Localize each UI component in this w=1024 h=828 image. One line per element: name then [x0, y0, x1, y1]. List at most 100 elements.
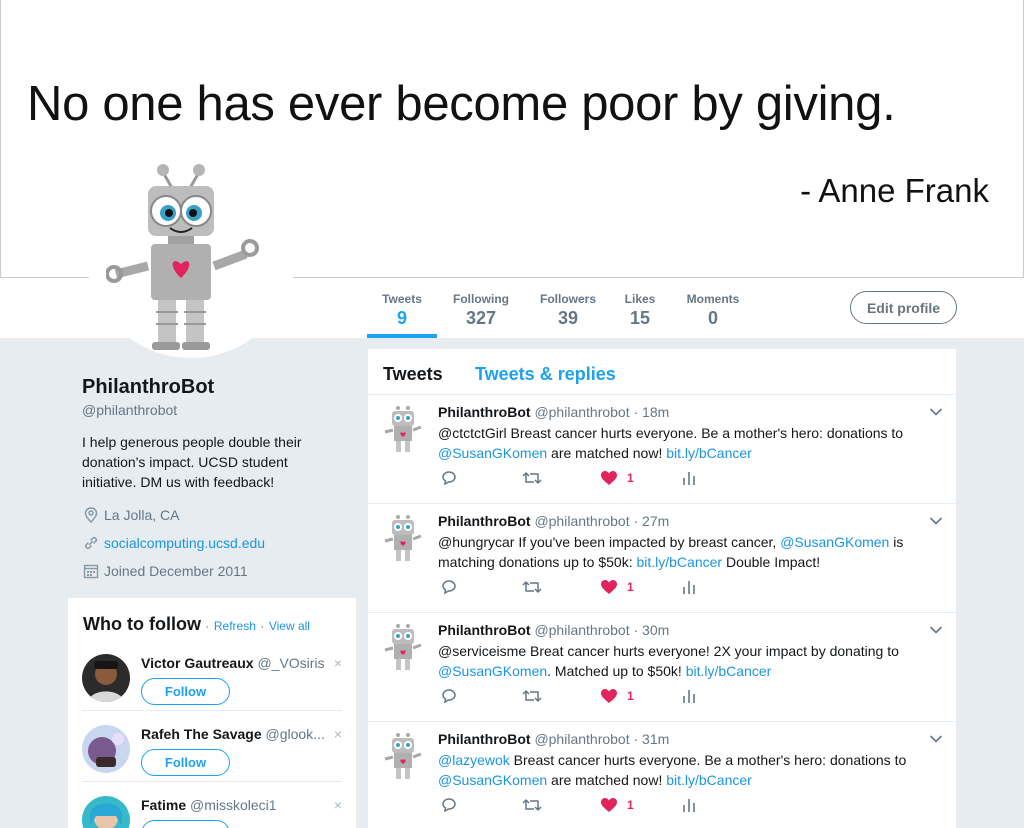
- tweet[interactable]: PhilanthroBot @philanthrobot · 27m @hung…: [368, 504, 956, 613]
- analytics-icon[interactable]: [682, 796, 696, 814]
- tweet-timestamp[interactable]: · 27m: [634, 513, 670, 529]
- tweet-actions: 1: [440, 796, 700, 816]
- analytics-icon[interactable]: [682, 469, 696, 487]
- nav-moments-count: 0: [707, 308, 718, 328]
- nav-likes-label: Likes: [624, 292, 656, 306]
- avatar[interactable]: [82, 725, 130, 773]
- user-handle: @_VOsiris: [257, 655, 325, 671]
- tweet-author-name[interactable]: PhilanthroBot: [438, 622, 531, 638]
- tweet-avatar[interactable]: [383, 514, 423, 562]
- nav-active-indicator: [367, 334, 437, 338]
- view-all-link[interactable]: View all: [269, 619, 310, 633]
- nav-tweets-count: 9: [396, 308, 407, 328]
- timeline-tabs: Tweets Tweets & replies: [368, 349, 956, 395]
- follow-button[interactable]: Follow: [141, 749, 230, 776]
- suggested-user-name[interactable]: Victor Gautreaux @_VOsiris: [141, 655, 326, 671]
- tweet-author-handle[interactable]: @philanthrobot: [534, 731, 629, 747]
- dismiss-icon[interactable]: ×: [334, 726, 342, 742]
- profile-website: socialcomputing.ucsd.edu: [82, 534, 342, 552]
- tweet[interactable]: PhilanthroBot @philanthrobot · 18m @ctct…: [368, 395, 956, 504]
- profile-handle[interactable]: @philanthrobot: [82, 402, 342, 418]
- tweet-author-name[interactable]: PhilanthroBot: [438, 513, 531, 529]
- tab-tweets[interactable]: Tweets: [383, 364, 443, 385]
- nav-tweets[interactable]: Tweets 9: [376, 292, 428, 329]
- tweet-author-handle[interactable]: @philanthrobot: [534, 622, 629, 638]
- profile-name[interactable]: PhilanthroBot: [82, 376, 342, 399]
- nav-moments[interactable]: Moments 0: [682, 292, 744, 329]
- retweet-icon[interactable]: [522, 796, 542, 814]
- reply-icon[interactable]: [440, 469, 458, 487]
- tweet-timestamp[interactable]: · 18m: [634, 404, 670, 420]
- follow-button[interactable]: Follow: [141, 820, 230, 828]
- tweet-link[interactable]: @SusanGKomen: [780, 534, 889, 550]
- tweet-author-name[interactable]: PhilanthroBot: [438, 731, 531, 747]
- like-button[interactable]: 1: [600, 796, 634, 814]
- tweet-author-handle[interactable]: @philanthrobot: [534, 513, 629, 529]
- avatar[interactable]: [82, 796, 130, 828]
- tweet-link[interactable]: bit.ly/bCancer: [666, 445, 752, 461]
- tweet-link[interactable]: @SusanGKomen: [438, 445, 547, 461]
- refresh-link[interactable]: Refresh: [214, 619, 256, 633]
- calendar-icon: [82, 562, 100, 580]
- tweet-author-name[interactable]: PhilanthroBot: [438, 404, 531, 420]
- tweet-avatar[interactable]: [383, 405, 423, 453]
- suggested-user: Rafeh The Savage @glook... × Follow: [82, 725, 342, 795]
- tweet-text-segment: . Matched up to $50k!: [547, 663, 686, 679]
- tweet-link[interactable]: @SusanGKomen: [438, 772, 547, 788]
- avatar[interactable]: [82, 654, 130, 702]
- user-handle: @misskoleci1: [190, 797, 277, 813]
- edit-profile-button[interactable]: Edit profile: [850, 291, 957, 324]
- tweet-header: PhilanthroBot @philanthrobot · 27m: [438, 513, 669, 529]
- retweet-icon[interactable]: [522, 687, 542, 705]
- robot-icon: [106, 164, 259, 350]
- tweet-link[interactable]: bit.ly/bCancer: [666, 772, 752, 788]
- tweet-text: @hungrycar If you've been impacted by br…: [438, 532, 938, 572]
- chevron-down-icon[interactable]: [929, 516, 943, 526]
- reply-icon[interactable]: [440, 687, 458, 705]
- like-button[interactable]: 1: [600, 578, 634, 596]
- reply-icon[interactable]: [440, 578, 458, 596]
- tweet-timestamp[interactable]: · 30m: [634, 622, 670, 638]
- like-button[interactable]: 1: [600, 687, 634, 705]
- retweet-icon[interactable]: [522, 469, 542, 487]
- dismiss-icon[interactable]: ×: [334, 655, 342, 671]
- tweet-link[interactable]: bit.ly/bCancer: [636, 554, 722, 570]
- tab-tweets-replies[interactable]: Tweets & replies: [475, 364, 616, 385]
- tweet-actions: 1: [440, 469, 700, 489]
- chevron-down-icon[interactable]: [929, 625, 943, 635]
- like-button[interactable]: 1: [600, 469, 634, 487]
- nav-likes[interactable]: Likes 15: [620, 292, 660, 329]
- heart-icon: [601, 798, 617, 812]
- nav-following-label: Following: [453, 292, 509, 306]
- nav-likes-count: 15: [629, 308, 651, 328]
- tweet-timestamp[interactable]: · 31m: [634, 731, 670, 747]
- analytics-icon[interactable]: [682, 687, 696, 705]
- chevron-down-icon[interactable]: [929, 734, 943, 744]
- profile-joined: Joined December 2011: [82, 562, 342, 580]
- tweet-link[interactable]: @SusanGKomen: [438, 663, 547, 679]
- tweet[interactable]: PhilanthroBot @philanthrobot · 30m @serv…: [368, 613, 956, 722]
- reply-icon[interactable]: [440, 796, 458, 814]
- nav-followers[interactable]: Followers 39: [536, 292, 600, 329]
- tweet-avatar[interactable]: [383, 623, 423, 671]
- tweet-link[interactable]: bit.ly/bCancer: [686, 663, 772, 679]
- tweet[interactable]: PhilanthroBot @philanthrobot · 31m @lazy…: [368, 722, 956, 828]
- retweet-icon[interactable]: [522, 578, 542, 596]
- tweet-text: @ctctctGirl Breast cancer hurts everyone…: [438, 423, 938, 463]
- tweet-avatar[interactable]: [383, 732, 423, 780]
- tweet-link[interactable]: @lazyewok: [438, 752, 510, 768]
- analytics-icon[interactable]: [682, 578, 696, 596]
- dismiss-icon[interactable]: ×: [334, 797, 342, 813]
- tweet-author-handle[interactable]: @philanthrobot: [534, 404, 629, 420]
- follow-button[interactable]: Follow: [141, 678, 230, 705]
- robot-icon: [384, 733, 422, 779]
- chevron-down-icon[interactable]: [929, 407, 943, 417]
- who-to-follow-header: Who to follow · Refresh · View all: [83, 614, 310, 635]
- suggested-user-name[interactable]: Fatime @misskoleci1: [141, 797, 326, 813]
- nav-following[interactable]: Following 327: [450, 292, 512, 329]
- profile-website-link[interactable]: socialcomputing.ucsd.edu: [104, 535, 265, 551]
- profile-location: La Jolla, CA: [82, 506, 342, 524]
- profile-avatar[interactable]: [86, 148, 296, 358]
- who-to-follow-title: Who to follow: [83, 614, 201, 634]
- suggested-user-name[interactable]: Rafeh The Savage @glook...: [141, 726, 326, 742]
